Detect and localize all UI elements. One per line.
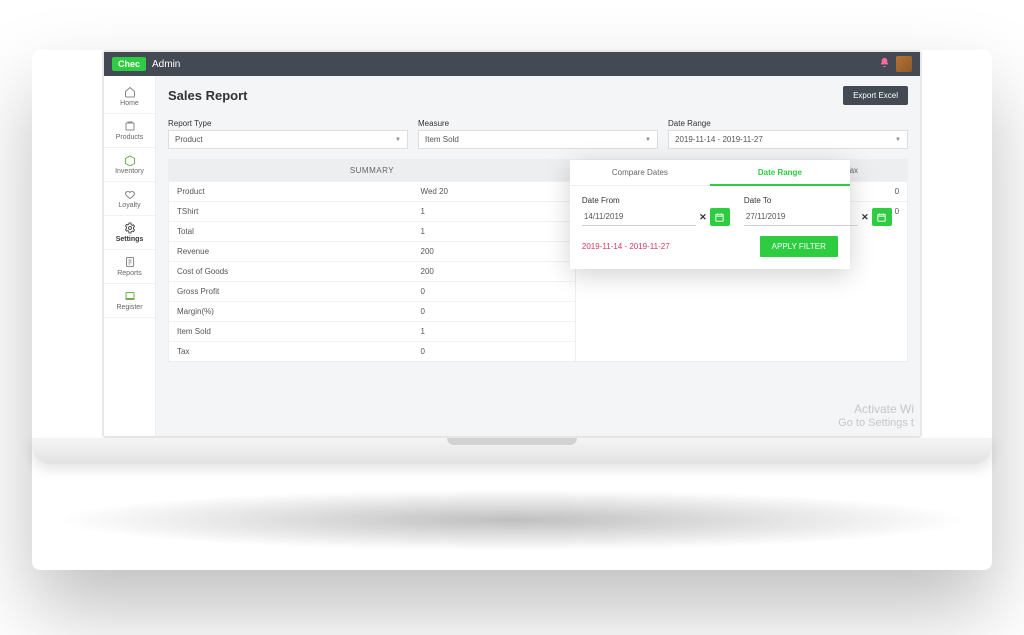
reports-icon xyxy=(124,256,136,268)
summary-row: Gross Profit0 xyxy=(169,281,575,301)
gear-icon xyxy=(124,222,136,234)
summary-row: Tax0 xyxy=(169,341,575,361)
sidebar-item-reports[interactable]: Reports xyxy=(104,250,155,284)
calendar-icon[interactable] xyxy=(872,208,892,226)
filter-label-report-type: Report Type xyxy=(168,119,408,128)
chevron-down-icon: ▼ xyxy=(645,137,651,143)
summary-row: Cost of Goods200 xyxy=(169,261,575,281)
tab-compare-dates[interactable]: Compare Dates xyxy=(570,160,710,185)
sidebar-item-loyalty[interactable]: Loyalty xyxy=(104,182,155,216)
chevron-down-icon: ▼ xyxy=(895,137,901,143)
bell-icon[interactable] xyxy=(879,57,890,71)
home-icon xyxy=(124,86,136,98)
report-type-select[interactable]: Product▼ xyxy=(168,130,408,149)
date-to-label: Date To xyxy=(744,196,892,205)
date-range-select[interactable]: 2019-11-14 - 2019-11-27▼ xyxy=(668,130,908,149)
sidebar-item-label: Register xyxy=(116,304,142,311)
content: Sales Report Export Excel Report Type Pr… xyxy=(156,76,920,436)
summary-row: Total1 xyxy=(169,221,575,241)
inventory-icon xyxy=(124,154,136,166)
selected-range-text: 2019-11-14 - 2019-11-27 xyxy=(582,242,670,251)
tab-date-range[interactable]: Date Range xyxy=(710,160,850,185)
sidebar-item-label: Settings xyxy=(116,236,144,243)
clear-icon[interactable]: ✕ xyxy=(696,208,710,226)
date-from-label: Date From xyxy=(582,196,730,205)
sidebar-item-label: Reports xyxy=(117,270,142,277)
apply-filter-button[interactable]: APPLY FILTER xyxy=(760,236,838,257)
sidebar-item-label: Products xyxy=(116,134,144,141)
date-from-input[interactable] xyxy=(582,208,696,226)
summary-row: Item Sold1 xyxy=(169,321,575,341)
summary-col-product: Product xyxy=(169,182,413,201)
clear-icon[interactable]: ✕ xyxy=(858,208,872,226)
summary-col-day: Wed 20 xyxy=(413,182,575,201)
loyalty-icon xyxy=(124,188,136,200)
chevron-down-icon: ▼ xyxy=(395,137,401,143)
sidebar-item-label: Inventory xyxy=(115,168,144,175)
app-screen: Chec Admin Home Products xyxy=(102,50,922,438)
summary-header: SUMMARY xyxy=(169,160,575,181)
date-to-input[interactable] xyxy=(744,208,858,226)
summary-row: Margin(%)0 xyxy=(169,301,575,321)
sidebar-item-settings[interactable]: Settings xyxy=(104,216,155,250)
filter-label-measure: Measure xyxy=(418,119,658,128)
summary-row: Revenue200 xyxy=(169,241,575,261)
laptop-base xyxy=(32,438,992,464)
date-range-popover: Compare Dates Date Range Date From xyxy=(570,160,850,269)
sidebar: Home Products Inventory Loyalty Settings xyxy=(104,76,156,436)
calendar-icon[interactable] xyxy=(710,208,730,226)
topbar: Chec Admin xyxy=(104,52,920,76)
brand-tag: Chec xyxy=(112,57,146,71)
products-icon xyxy=(124,120,136,132)
export-excel-button[interactable]: Export Excel xyxy=(843,86,908,105)
brand-name: Admin xyxy=(152,59,180,70)
sidebar-item-register[interactable]: Register xyxy=(104,284,155,318)
report-area: SUMMARY Product Wed 20 TShirt1 Total1 Re… xyxy=(168,159,908,362)
sidebar-item-products[interactable]: Products xyxy=(104,114,155,148)
user-avatar[interactable] xyxy=(896,56,912,72)
data-table: Re m Qty Tax 0 0 xyxy=(575,160,907,361)
sidebar-item-home[interactable]: Home xyxy=(104,80,155,114)
measure-select[interactable]: Item Sold▼ xyxy=(418,130,658,149)
sidebar-item-inventory[interactable]: Inventory xyxy=(104,148,155,182)
sidebar-item-label: Loyalty xyxy=(118,202,140,209)
page-title: Sales Report xyxy=(168,88,247,103)
sidebar-item-label: Home xyxy=(120,100,139,107)
filter-label-date-range: Date Range xyxy=(668,119,908,128)
windows-watermark: Activate Wi Go to Settings t xyxy=(838,402,914,430)
register-icon xyxy=(124,290,136,302)
summary-row: TShirt1 xyxy=(169,201,575,221)
